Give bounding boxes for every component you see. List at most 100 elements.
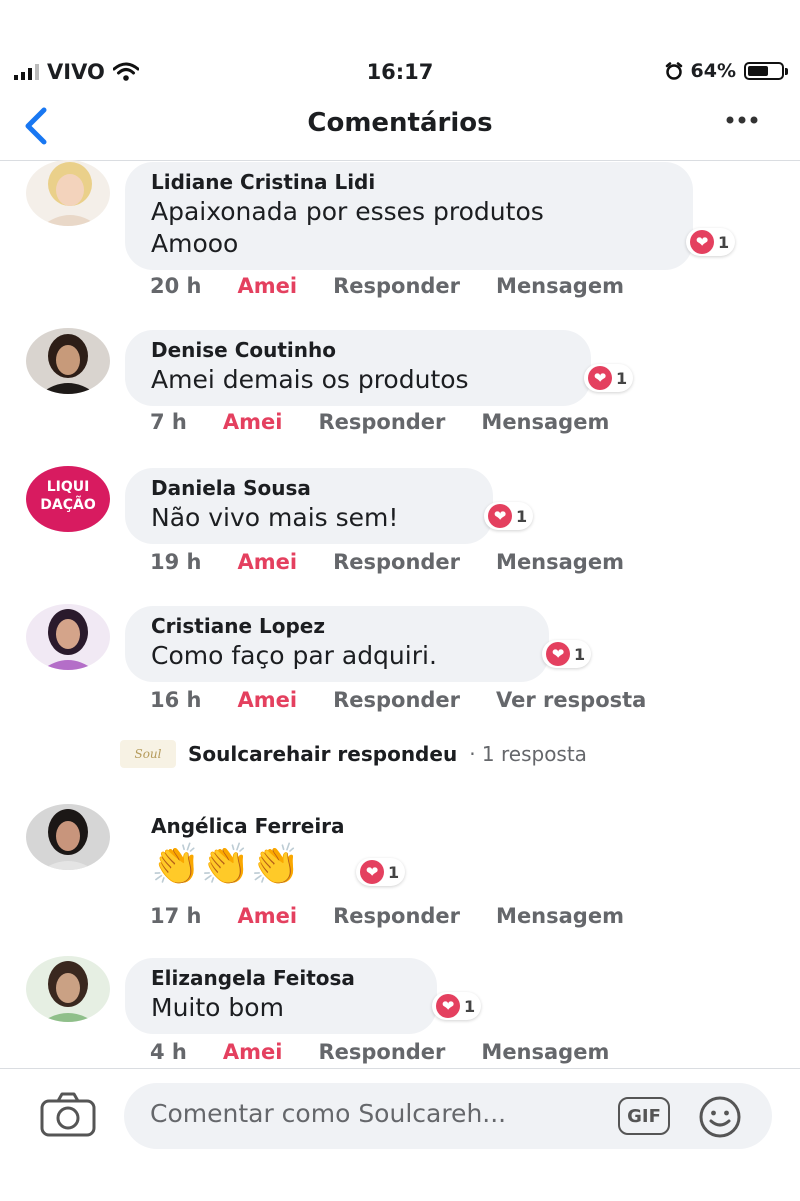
- comment-bubble[interactable]: Elizangela Feitosa Muito bom: [125, 958, 437, 1034]
- avatar-photo: [26, 160, 110, 226]
- comments-list: Lidiane Cristina Lidi Apaixonada por ess…: [0, 160, 800, 1065]
- comment-actions: 19 h Amei Responder Mensagem: [150, 550, 624, 574]
- avatar[interactable]: [26, 160, 110, 226]
- reaction-count: 1: [388, 862, 400, 882]
- comment-text: Apaixonada por esses produtos: [151, 197, 544, 226]
- heart-icon: ❤: [360, 860, 384, 884]
- reaction-count: 1: [574, 644, 586, 664]
- comment-time: 17 h: [150, 904, 202, 928]
- comment-author[interactable]: Denise Coutinho: [151, 336, 565, 364]
- reaction-badge[interactable]: ❤ 1: [542, 640, 592, 668]
- emoji-button[interactable]: [698, 1095, 742, 1139]
- reply-button[interactable]: Responder: [333, 550, 460, 574]
- like-button[interactable]: Amei: [238, 550, 298, 574]
- alarm-icon: [665, 62, 682, 80]
- comment-bubble[interactable]: Cristiane Lopez Como faço par adquiri.: [125, 606, 549, 682]
- like-button[interactable]: Amei: [238, 274, 298, 298]
- avatar-photo: [26, 604, 110, 670]
- page-title: Comentários: [307, 108, 493, 138]
- reaction-badge[interactable]: ❤ 1: [484, 502, 534, 530]
- reaction-count: 1: [464, 996, 476, 1016]
- reply-button[interactable]: Responder: [333, 274, 460, 298]
- reaction-count: 1: [718, 232, 730, 252]
- avatar[interactable]: [26, 328, 110, 394]
- message-button[interactable]: Mensagem: [481, 410, 609, 434]
- camera-icon: [40, 1092, 96, 1137]
- reply-button[interactable]: Responder: [333, 904, 460, 928]
- avatar[interactable]: [26, 956, 110, 1022]
- nav-bar: Comentários: [0, 96, 800, 161]
- reaction-badge[interactable]: ❤ 1: [584, 364, 634, 392]
- camera-button[interactable]: [36, 1089, 100, 1141]
- reaction-count: 1: [616, 368, 628, 388]
- reply-button[interactable]: Responder: [318, 1040, 445, 1064]
- comment-actions: 20 h Amei Responder Mensagem: [150, 274, 624, 298]
- more-button[interactable]: [724, 106, 760, 141]
- avatar[interactable]: LIQUI DAÇÃO: [26, 466, 110, 532]
- page-logo: Soul: [120, 740, 176, 768]
- comment-bubble[interactable]: Denise Coutinho Amei demais os produtos: [125, 330, 591, 406]
- battery-icon: [744, 62, 788, 80]
- comment-author[interactable]: Lidiane Cristina Lidi: [151, 168, 667, 196]
- avatar-photo: [26, 328, 110, 394]
- comment-input[interactable]: Comentar como Soulcareh... GIF: [124, 1083, 772, 1149]
- like-button[interactable]: Amei: [238, 688, 298, 712]
- status-bar: VIVO 16:17 64%: [0, 0, 800, 100]
- comment-actions: 16 h Amei Responder Ver resposta: [150, 688, 646, 712]
- avatar-logo-text: LIQUI DAÇÃO: [40, 479, 96, 513]
- clapping-hands-emoji: 👏👏👏: [151, 842, 301, 888]
- comment-time: 4 h: [150, 1040, 187, 1064]
- comment-bubble[interactable]: Lidiane Cristina Lidi Apaixonada por ess…: [125, 162, 693, 270]
- comment-actions: 7 h Amei Responder Mensagem: [150, 410, 609, 434]
- like-button[interactable]: Amei: [223, 1040, 283, 1064]
- message-button[interactable]: Mensagem: [496, 274, 624, 298]
- message-button[interactable]: Mensagem: [481, 1040, 609, 1064]
- like-button[interactable]: Amei: [223, 410, 283, 434]
- comment-time: 7 h: [150, 410, 187, 434]
- comment-author[interactable]: Angélica Ferreira: [151, 812, 349, 840]
- heart-icon: ❤: [690, 230, 714, 254]
- reaction-badge[interactable]: ❤ 1: [432, 992, 482, 1020]
- reaction-count: 1: [516, 506, 528, 526]
- reaction-badge[interactable]: ❤ 1: [356, 858, 406, 886]
- comment-composer: Comentar como Soulcareh... GIF: [0, 1068, 800, 1201]
- message-button[interactable]: Mensagem: [496, 904, 624, 928]
- heart-icon: ❤: [588, 366, 612, 390]
- comment-time: 20 h: [150, 274, 202, 298]
- smiley-icon: [699, 1096, 741, 1138]
- heart-icon: ❤: [546, 642, 570, 666]
- avatar[interactable]: [26, 604, 110, 670]
- comment-text: Como faço par adquiri.: [151, 641, 437, 670]
- comment-author[interactable]: Elizangela Feitosa: [151, 964, 411, 992]
- more-horizontal-icon: [726, 116, 758, 124]
- gif-button[interactable]: GIF: [618, 1097, 670, 1135]
- comment-input-placeholder: Comentar como Soulcareh...: [150, 1099, 507, 1128]
- heart-icon: ❤: [436, 994, 460, 1018]
- comment-text: Amei demais os produtos: [151, 365, 469, 394]
- reply-thread-count: · 1 resposta: [469, 742, 587, 766]
- comment-text: Não vivo mais sem!: [151, 503, 399, 532]
- reply-button[interactable]: Responder: [333, 688, 460, 712]
- comment-author[interactable]: Daniela Sousa: [151, 474, 467, 502]
- heart-icon: ❤: [488, 504, 512, 528]
- battery-percent: 64%: [690, 60, 736, 82]
- status-right: 64%: [665, 60, 788, 82]
- avatar[interactable]: [26, 804, 110, 870]
- reply-thread-text[interactable]: Soulcarehair respondeu: [188, 742, 457, 766]
- like-button[interactable]: Amei: [238, 904, 298, 928]
- comment-text: Muito bom: [151, 993, 284, 1022]
- view-reply-button[interactable]: Ver resposta: [496, 688, 646, 712]
- battery-fill: [748, 66, 769, 76]
- comment-bubble[interactable]: Angélica Ferreira 👏👏👏: [125, 806, 375, 910]
- message-button[interactable]: Mensagem: [496, 550, 624, 574]
- comment-author[interactable]: Cristiane Lopez: [151, 612, 523, 640]
- reaction-badge[interactable]: ❤ 1: [686, 228, 736, 256]
- comment-actions: 17 h Amei Responder Mensagem: [150, 904, 624, 928]
- comment-actions: 4 h Amei Responder Mensagem: [150, 1040, 609, 1064]
- reply-button[interactable]: Responder: [318, 410, 445, 434]
- reply-thread[interactable]: Soul Soulcarehair respondeu · 1 resposta: [120, 740, 587, 768]
- avatar-photo: [26, 956, 110, 1022]
- comment-text: Amooo: [151, 229, 239, 258]
- comment-bubble[interactable]: Daniela Sousa Não vivo mais sem!: [125, 468, 493, 544]
- avatar-photo: [26, 804, 110, 870]
